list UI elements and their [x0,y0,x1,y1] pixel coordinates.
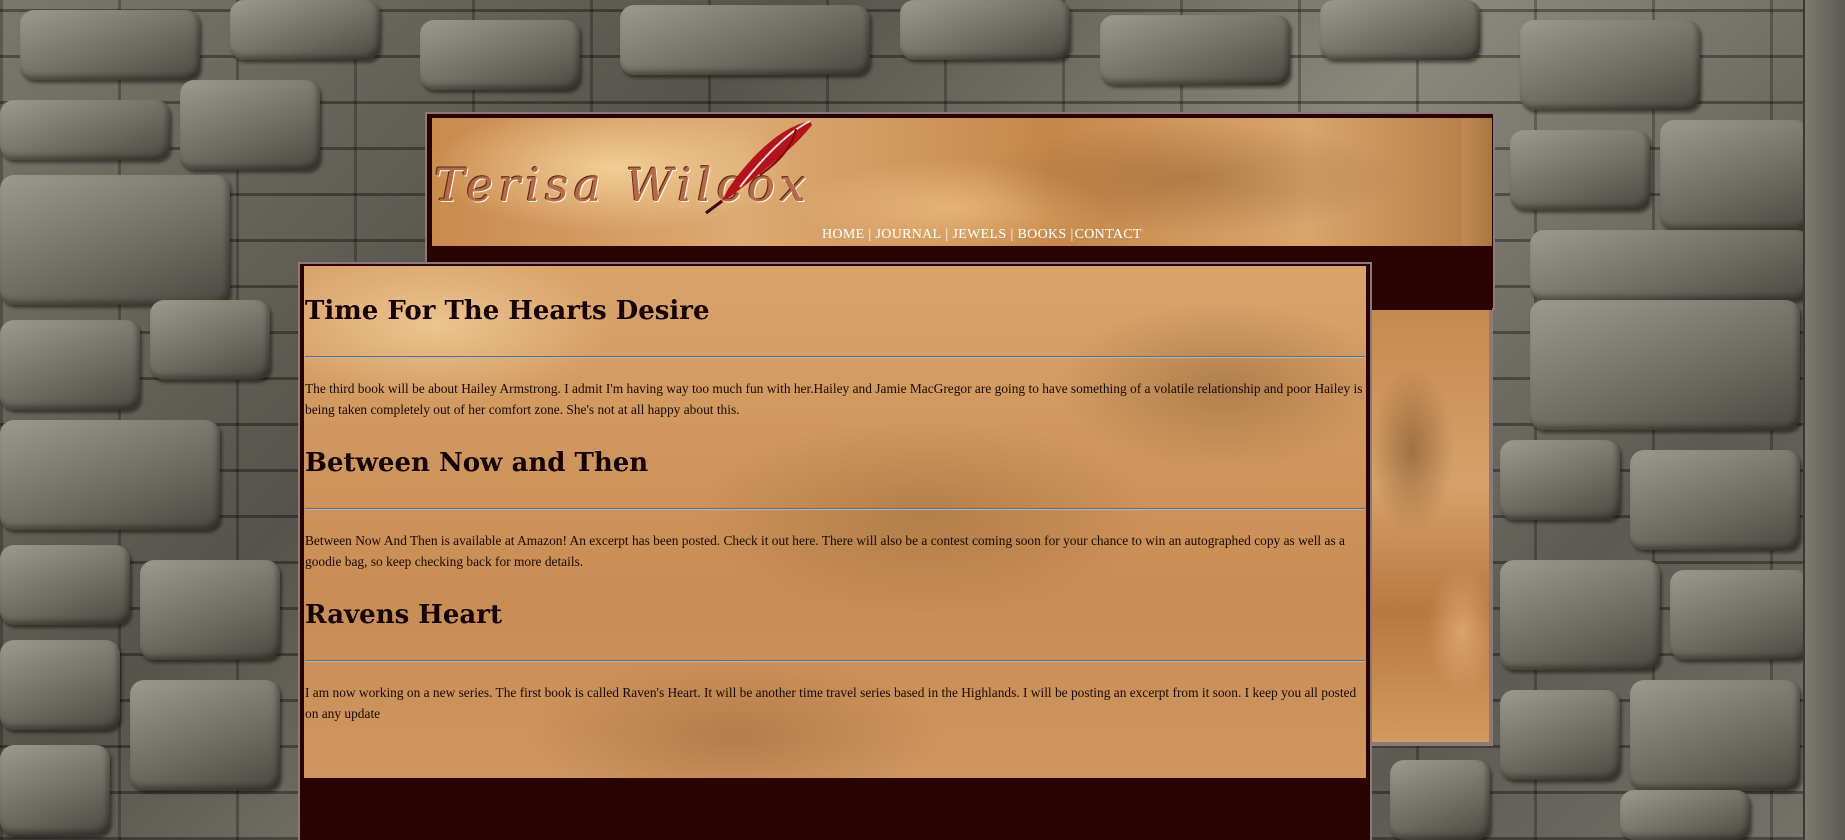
nav-jewels[interactable]: JEWELS [953,227,1007,242]
nav-home[interactable]: HOME [822,227,864,242]
nav-journal[interactable]: JOURNAL [876,227,942,242]
header-edge [1462,118,1492,246]
sidebar-panel [1372,310,1493,746]
post-body: Between Now And Then is available at Ama… [305,533,1345,569]
post-divider [305,508,1365,510]
page-edge-strip [1803,0,1845,840]
nav-separator: | [945,227,949,242]
post-title: Ravens Heart [305,600,502,630]
nav-separator: | [868,227,872,242]
post-divider [305,356,1365,358]
post-title: Between Now and Then [305,448,649,478]
sidebar-top [1372,248,1492,310]
quill-feather-icon [705,120,812,215]
main-nav: HOME | JOURNAL | JEWELS | BOOKS |CONTACT [822,227,1142,243]
nav-separator: | [1070,227,1074,242]
post-divider [305,660,1365,662]
post-body: I am now working on a new series. The fi… [305,685,1357,721]
post: Time For The Hearts Desire The third boo… [305,294,1365,420]
post: Ravens Heart I am now working on a new s… [305,598,1365,724]
nav-contact[interactable]: CONTACT [1075,227,1142,242]
post-title: Time For The Hearts Desire [305,296,710,326]
content-area: Time For The Hearts Desire The third boo… [305,270,1365,724]
post-body: The third book will be about Hailey Arms… [305,381,1363,417]
nav-books[interactable]: BOOKS [1018,227,1067,242]
nav-separator: | [1010,227,1014,242]
post: Between Now and Then Between Now And The… [305,446,1365,572]
